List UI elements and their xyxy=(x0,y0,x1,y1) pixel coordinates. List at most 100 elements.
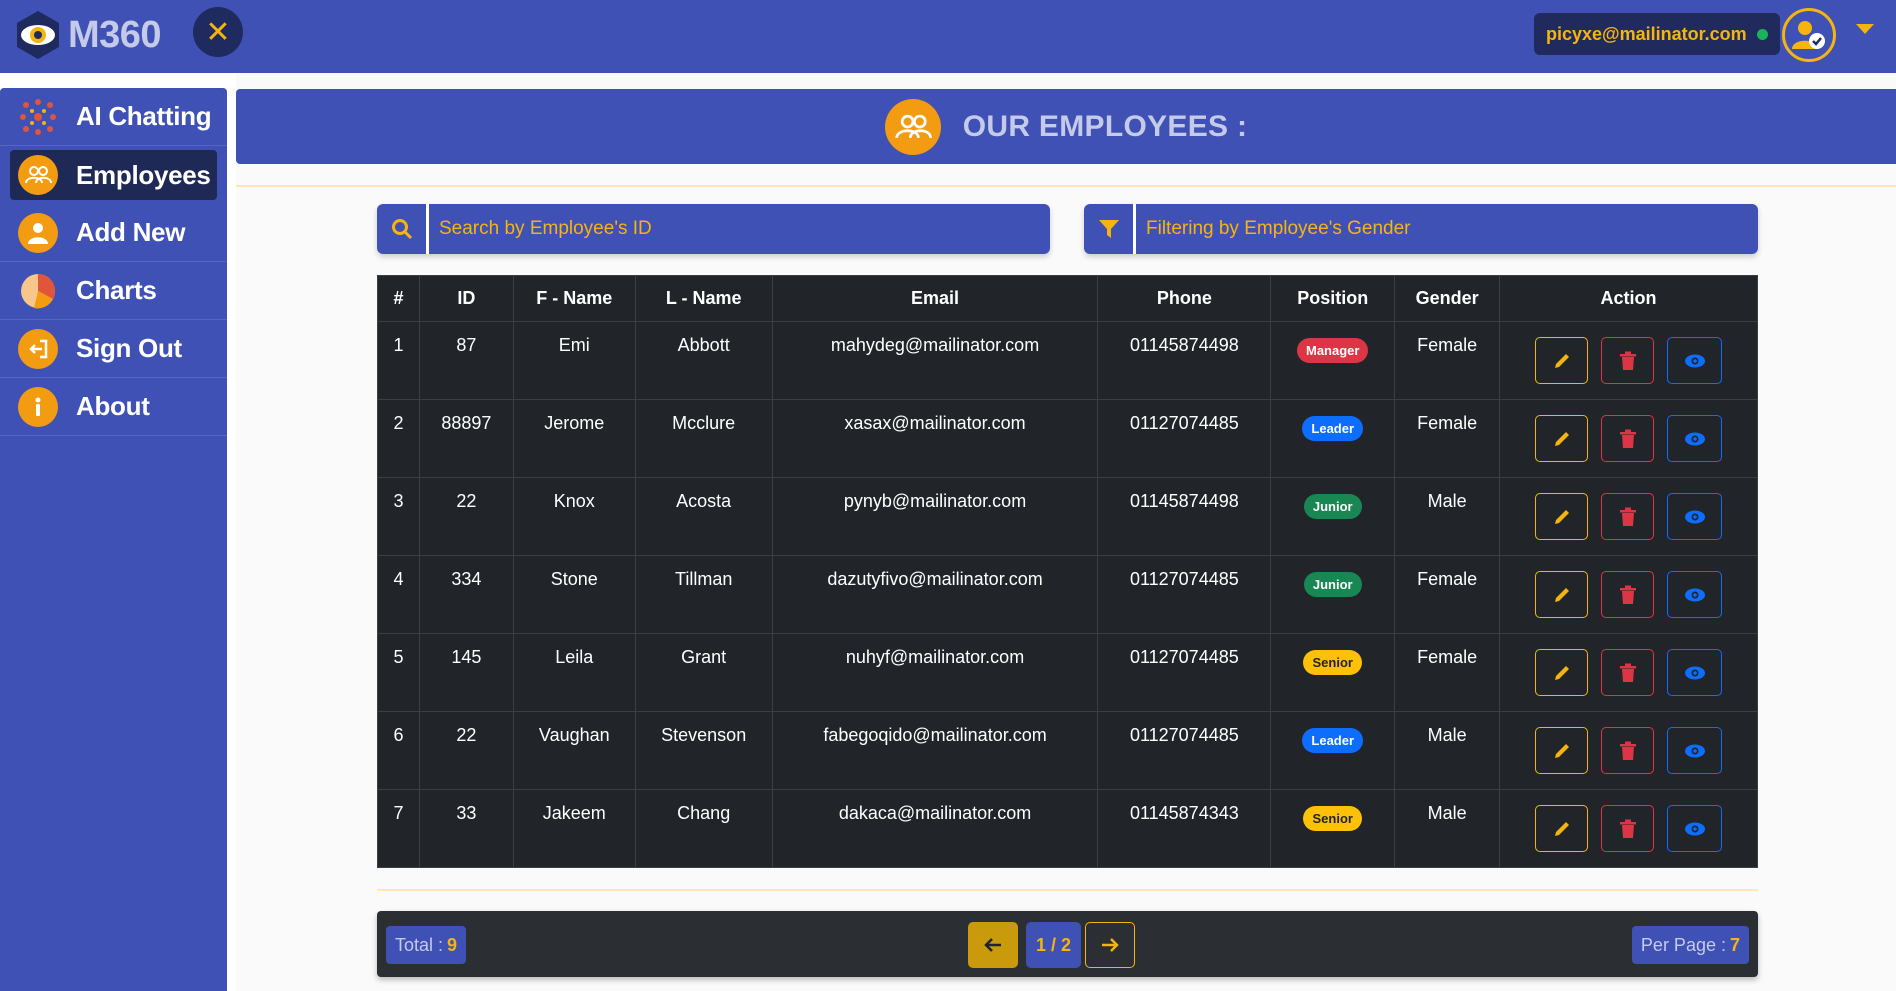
search-input[interactable] xyxy=(429,204,1050,254)
cell-actions xyxy=(1499,711,1758,790)
cell-gender: Female xyxy=(1394,399,1501,478)
next-page-button[interactable] xyxy=(1085,922,1135,968)
close-sidebar-button[interactable]: ✕ xyxy=(193,7,243,57)
app-logo[interactable]: M360 xyxy=(12,9,162,61)
edit-button[interactable] xyxy=(1535,805,1589,852)
sidebar-item-ai-chatting[interactable]: AI Chatting xyxy=(0,88,227,146)
cell-phone: 01145874498 xyxy=(1097,321,1272,400)
view-button[interactable] xyxy=(1667,493,1723,540)
column-header: Position xyxy=(1270,275,1396,322)
table-row: 3 22 Knox Acosta pynyb@mailinator.com 0114587… xyxy=(377,477,1758,556)
sidebar-item-sign-out[interactable]: Sign Out xyxy=(0,320,227,378)
cell-lname: Abbott xyxy=(634,321,773,400)
cell-id: 334 xyxy=(418,555,514,634)
trash-icon xyxy=(1619,507,1636,526)
row-actions xyxy=(1500,803,1757,852)
edit-button[interactable] xyxy=(1535,727,1589,774)
cell-lname: Chang xyxy=(634,789,773,868)
delete-button[interactable] xyxy=(1601,493,1655,540)
edit-button[interactable] xyxy=(1535,649,1589,696)
user-email-badge[interactable]: picyxe@mailinator.com xyxy=(1534,13,1780,55)
delete-button[interactable] xyxy=(1601,649,1655,696)
cell-email: mahydeg@mailinator.com xyxy=(771,321,1099,400)
column-header: Gender xyxy=(1394,275,1501,322)
previous-page-button[interactable] xyxy=(968,922,1018,968)
cell-phone: 01127074485 xyxy=(1097,555,1272,634)
cell-n: 1 xyxy=(377,321,420,400)
cell-gender: Male xyxy=(1394,711,1501,790)
sidebar-item-add-new[interactable]: Add New xyxy=(0,204,227,262)
total-value: 9 xyxy=(447,934,458,955)
top-header: M360 ✕ picyxe@mailinator.com xyxy=(0,0,1896,73)
cell-id: 88897 xyxy=(418,399,514,478)
pencil-icon xyxy=(1554,431,1569,446)
view-button[interactable] xyxy=(1667,337,1723,384)
delete-button[interactable] xyxy=(1601,805,1655,852)
delete-button[interactable] xyxy=(1601,571,1655,618)
position-badge: Senior xyxy=(1303,650,1362,675)
column-header: L - Name xyxy=(634,275,773,322)
edit-button[interactable] xyxy=(1535,493,1589,540)
cell-actions xyxy=(1499,633,1758,712)
delete-button[interactable] xyxy=(1601,727,1655,774)
cell-n: 7 xyxy=(377,789,420,868)
cell-n: 3 xyxy=(377,477,420,556)
filter-icon[interactable] xyxy=(1084,204,1136,254)
sidebar-item-label: Employees xyxy=(76,159,211,190)
sidebar-item-charts[interactable]: Charts xyxy=(0,262,227,320)
trash-icon xyxy=(1619,741,1636,760)
cell-lname: Stevenson xyxy=(634,711,773,790)
user-menu-chevron-down-icon[interactable] xyxy=(1856,24,1874,34)
eye-icon xyxy=(1684,432,1705,445)
delete-button[interactable] xyxy=(1601,415,1655,462)
logo-text: M360 xyxy=(68,13,162,56)
sidebar-item-label: Sign Out xyxy=(76,333,182,363)
cell-email: dakaca@mailinator.com xyxy=(771,789,1099,868)
trash-icon xyxy=(1619,429,1636,448)
sidebar: AI Chatting Employees Add New Charts Sig… xyxy=(0,88,227,991)
info-icon xyxy=(18,386,58,427)
view-button[interactable] xyxy=(1667,649,1723,696)
sidebar-item-employees[interactable]: Employees xyxy=(10,150,217,200)
users-icon xyxy=(884,98,941,155)
cell-n: 2 xyxy=(377,399,420,478)
pie-chart-icon xyxy=(18,271,58,311)
per-page-badge[interactable]: Per Page : 7 xyxy=(1631,926,1749,964)
online-status-icon xyxy=(1756,28,1768,40)
view-button[interactable] xyxy=(1667,415,1723,462)
cell-fname: Leila xyxy=(512,633,636,712)
employees-table: # ID F - Name L - Name Email Phone Posit… xyxy=(377,275,1758,868)
add-user-icon xyxy=(18,212,58,253)
column-header: # xyxy=(377,275,420,322)
gender-filter-input[interactable] xyxy=(1136,204,1758,254)
edit-button[interactable] xyxy=(1535,415,1589,462)
main-content: OUR EMPLOYEES : # ID F - Name L - Name xyxy=(236,73,1896,991)
search-icon[interactable] xyxy=(377,204,429,254)
edit-button[interactable] xyxy=(1535,337,1589,384)
cell-position: Junior xyxy=(1270,555,1396,634)
cell-position: Senior xyxy=(1270,789,1396,868)
cell-position: Leader xyxy=(1270,399,1396,478)
delete-button[interactable] xyxy=(1601,337,1655,384)
cell-n: 4 xyxy=(377,555,420,634)
cell-phone: 01145874343 xyxy=(1097,789,1272,868)
table-row: 4 334 Stone Tillman dazutyfivo@mailinator.co… xyxy=(377,555,1758,634)
sidebar-item-about[interactable]: About xyxy=(0,378,227,436)
user-email-text: picyxe@mailinator.com xyxy=(1546,23,1747,44)
position-badge: Senior xyxy=(1303,806,1362,831)
edit-button[interactable] xyxy=(1535,571,1589,618)
view-button[interactable] xyxy=(1667,727,1723,774)
user-avatar[interactable] xyxy=(1782,8,1836,62)
table-row: 2 88897 Jerome Mcclure xasax@mailinator.com 0… xyxy=(377,399,1758,478)
table-row: 5 145 Leila Grant nuhyf@mailinator.com 011270… xyxy=(377,633,1758,712)
position-badge: Manager xyxy=(1296,338,1369,363)
cell-lname: Acosta xyxy=(634,477,773,556)
view-button[interactable] xyxy=(1667,571,1723,618)
trash-icon xyxy=(1619,663,1636,682)
eye-icon xyxy=(1684,588,1705,601)
cell-id: 87 xyxy=(418,321,514,400)
cell-id: 145 xyxy=(418,633,514,712)
cell-fname: Knox xyxy=(512,477,636,556)
view-button[interactable] xyxy=(1667,805,1723,852)
arrow-left-icon xyxy=(984,938,1001,952)
